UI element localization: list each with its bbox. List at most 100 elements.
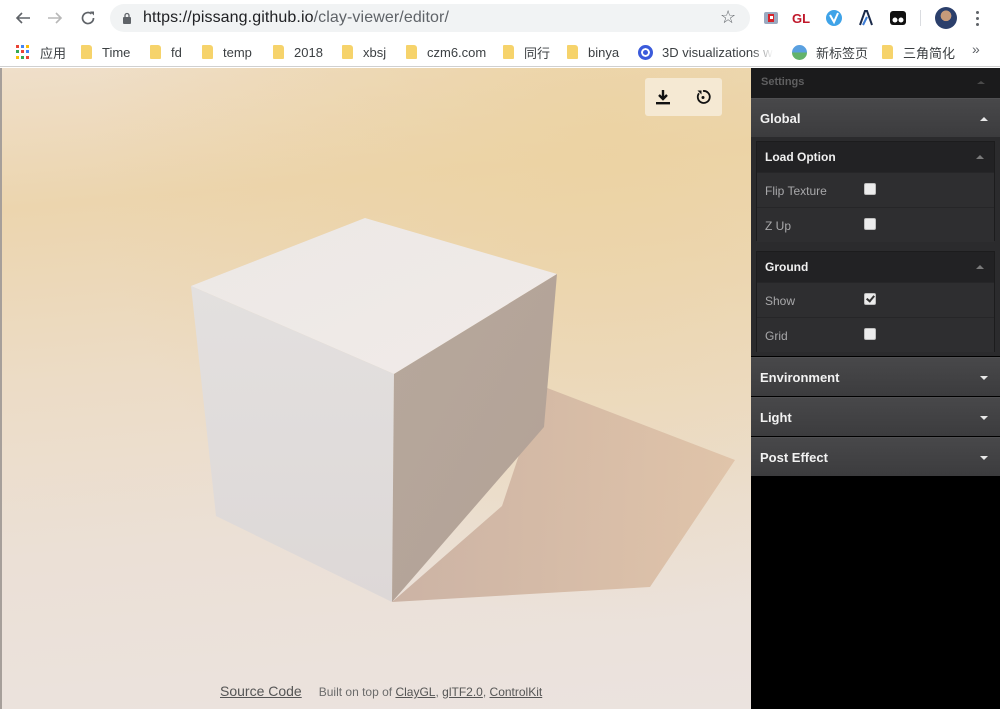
reload-button[interactable] [76, 6, 100, 30]
v-extension-icon[interactable] [823, 7, 845, 29]
group-light[interactable]: Light [751, 397, 1000, 436]
lambda-glyph [859, 10, 873, 26]
bookmark-sanjiao[interactable]: 三角简化 [882, 42, 955, 62]
bookmark-temp[interactable]: temp [202, 42, 252, 62]
reset-view-button[interactable] [691, 85, 715, 109]
apps-grid-icon [16, 45, 30, 59]
built-on-text: Built on top of [318, 685, 393, 699]
redux-devtools-icon[interactable] [760, 7, 782, 29]
tampermonkey-glyph [890, 11, 906, 25]
scene-canvas[interactable] [2, 68, 751, 709]
bookmark-label: fd [171, 44, 182, 60]
bookmark-star-icon[interactable]: ☆ [720, 7, 736, 28]
grid-checkbox[interactable] [864, 328, 876, 340]
option-label: Grid [765, 329, 788, 343]
folder-icon [150, 45, 161, 59]
viewport-toolbar [645, 78, 722, 116]
settings-header[interactable]: Settings [751, 68, 1000, 98]
site-icon [792, 44, 807, 60]
folder-icon [406, 45, 417, 59]
bookmark-label: 新标签页 [816, 45, 869, 61]
chevron-down-icon [980, 416, 988, 420]
bookmark-label: 应用 [40, 45, 67, 61]
group-label: Light [760, 410, 792, 425]
source-code-link[interactable]: Source Code [220, 683, 302, 699]
subgroup-ground: Ground Show Grid [756, 251, 995, 352]
option-grid: Grid [757, 317, 994, 352]
group-label: Global [760, 111, 801, 126]
download-button[interactable] [651, 85, 675, 109]
bookmark-label: binya [588, 44, 620, 60]
option-flip-texture: Flip Texture [757, 172, 994, 207]
lambda-extension-icon[interactable] [855, 7, 877, 29]
bookmark-new-tab[interactable]: 新标签页 [792, 42, 868, 62]
z-up-checkbox[interactable] [864, 218, 876, 230]
folder-icon [202, 45, 213, 59]
gl-extension-icon[interactable]: GL [790, 7, 812, 29]
viewport-footer: Source Code Built on top of ClayGL, glTF… [220, 683, 542, 699]
controlkit-link[interactable]: ControlKit [490, 685, 543, 699]
bookmark-czm6[interactable]: czm6.com [406, 42, 486, 62]
gltf-link[interactable]: glTF2.0 [442, 685, 483, 699]
option-label: Flip Texture [765, 184, 827, 198]
back-button[interactable] [11, 6, 35, 30]
separator: , [435, 685, 439, 699]
download-icon [656, 90, 670, 105]
bookmark-xbsj[interactable]: xbsj [342, 42, 386, 62]
group-label: Environment [760, 370, 840, 385]
3d-viewport[interactable]: Source Code Built on top of ClayGL, glTF… [0, 68, 751, 709]
folder-icon [503, 45, 514, 59]
option-label: Z Up [765, 219, 792, 233]
bookmark-label: xbsj [363, 44, 387, 60]
forward-button[interactable] [43, 6, 67, 30]
reload-icon [81, 11, 95, 25]
bookmark-fd[interactable]: fd [150, 42, 182, 62]
redux-devtools-glyph [764, 12, 778, 24]
url-host: https://pissang.github.io [143, 9, 314, 26]
bookmark-label: temp [223, 44, 252, 60]
group-global-body: Load Option Flip Texture Z Up Ground Sho… [751, 137, 1000, 356]
more-bookmarks-icon[interactable]: » [972, 41, 980, 57]
subgroup-ground-header[interactable]: Ground [757, 252, 994, 282]
profile-avatar[interactable] [935, 7, 957, 29]
bookmark-binya[interactable]: binya [567, 42, 619, 62]
bookmark-tonghang[interactable]: 同行 [503, 42, 550, 62]
reset-icon [696, 90, 711, 104]
bookmark-3d-visualizations[interactable]: 3D visualizations w [638, 42, 773, 62]
group-environment[interactable]: Environment [751, 357, 1000, 396]
bookmarks-bar: 应用 Time fd temp 2018 xbsj czm6.com 同行 bi… [0, 36, 1000, 67]
bookmark-label: 三角简化 [903, 45, 956, 61]
show-ground-checkbox[interactable] [864, 293, 876, 305]
group-global[interactable]: Global [751, 98, 1000, 137]
flip-texture-checkbox[interactable] [864, 183, 876, 195]
address-bar[interactable]: https://pissang.github.io/clay-viewer/ed… [110, 4, 750, 32]
lock-icon [123, 12, 131, 24]
browser-menu-icon[interactable] [972, 6, 982, 30]
bookmark-2018[interactable]: 2018 [273, 42, 323, 62]
bookmark-time[interactable]: Time [81, 42, 130, 62]
bookmark-label: 3D visualizations w [662, 44, 773, 60]
browser-toolbar: https://pissang.github.io/clay-viewer/ed… [0, 0, 1000, 36]
subgroup-label: Load Option [765, 150, 836, 164]
chevron-down-icon [980, 376, 988, 380]
chevron-up-icon [976, 155, 984, 159]
subgroup-load-option-header[interactable]: Load Option [757, 142, 994, 172]
folder-icon [882, 45, 893, 59]
tampermonkey-icon[interactable] [887, 7, 909, 29]
option-show-ground: Show [757, 282, 994, 317]
group-post-effect[interactable]: Post Effect [751, 437, 1000, 476]
folder-icon [81, 45, 92, 59]
bookmark-label: czm6.com [427, 44, 487, 60]
option-z-up: Z Up [757, 207, 994, 242]
chevron-up-icon [980, 117, 988, 121]
arrow-left-icon [15, 12, 30, 24]
bookmark-apps[interactable]: 应用 [16, 42, 66, 62]
claygl-link[interactable]: ClayGL [395, 685, 435, 699]
folder-icon [273, 45, 284, 59]
toolbar-divider [920, 10, 921, 26]
subgroup-label: Ground [765, 260, 809, 274]
collapse-panel-icon[interactable] [977, 81, 985, 84]
bookmark-label: Time [102, 44, 131, 60]
folder-icon [342, 45, 353, 59]
url-text[interactable]: https://pissang.github.io/clay-viewer/ed… [143, 9, 449, 27]
